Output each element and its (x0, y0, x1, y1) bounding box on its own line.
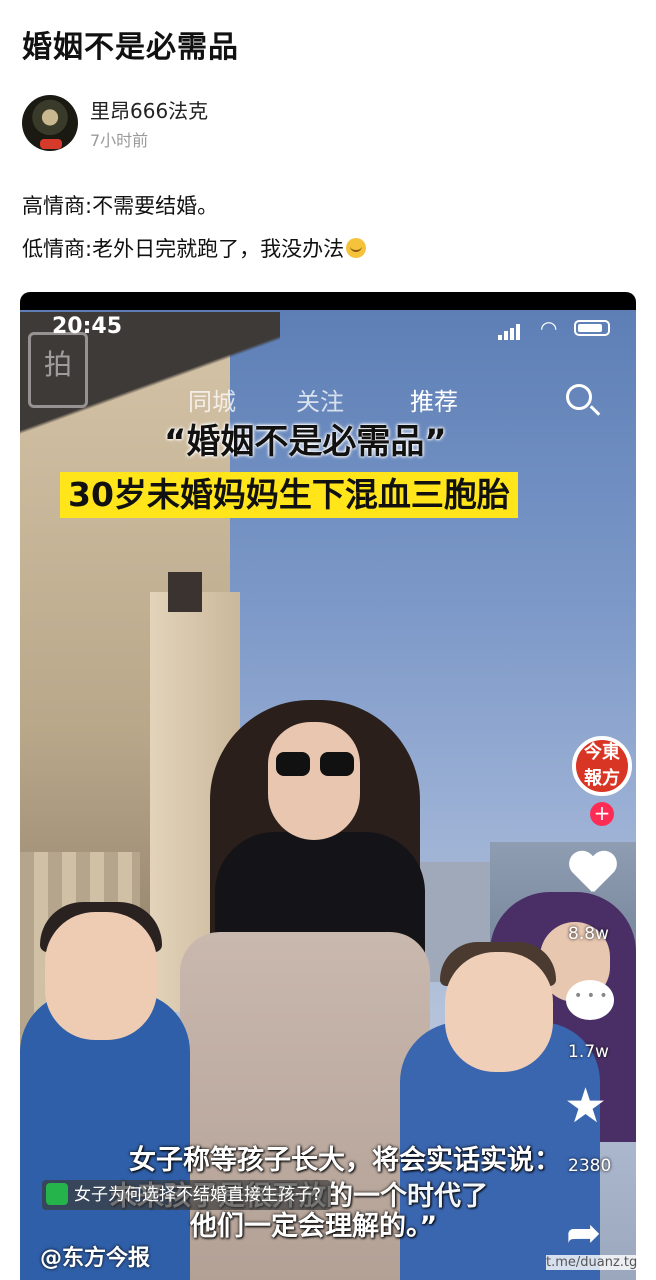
comment-icon[interactable] (566, 980, 614, 1020)
site-watermark: t.me/duanz.tg (546, 1255, 638, 1270)
author-name[interactable]: 里昂666法克 (90, 95, 208, 124)
post-text-line-1: 高情商:不需要结婚。 (22, 194, 219, 218)
topic-tag-label: 女子为何选择不结婚直接生孩子? (74, 1185, 322, 1205)
signal-icon (498, 324, 520, 340)
battery-icon (574, 320, 610, 336)
subtitle-line-2: 他们一定会理解的。” (190, 1211, 438, 1242)
search-icon[interactable] (566, 384, 592, 410)
account-handle[interactable]: @东方今报 (40, 1240, 150, 1272)
channel-logo[interactable]: 今東 報方 (572, 736, 632, 796)
child-2-head (445, 952, 553, 1072)
comment-count: 1.7w (568, 1042, 609, 1062)
video-subheadline: 30岁未婚妈妈生下混血三胞胎 (60, 472, 518, 518)
status-icons: ◠ (498, 318, 618, 340)
document-icon (46, 1183, 68, 1205)
subtitle-line-1: 女子称等孩子长大，将会实话实说： (129, 1145, 561, 1176)
heart-icon[interactable] (568, 852, 618, 902)
share-arrow-icon[interactable]: ➦ (566, 1212, 601, 1254)
post-title: 婚姻不是必需品 (22, 30, 239, 65)
child-1-head (45, 912, 157, 1040)
video-headline: “婚姻不是必需品” (164, 422, 447, 462)
post-time: 7小时前 (90, 131, 149, 150)
video-screenshot-image[interactable]: 20:45 ◠ 拍 同城 关注 推荐 “婚姻不是必需品” 30岁未婚妈妈生下混血… (20, 292, 636, 1280)
topic-tag[interactable]: 女子为何选择不结婚直接生孩子? (42, 1180, 332, 1210)
woman-face (268, 722, 360, 840)
star-icon[interactable]: ★ (564, 1082, 607, 1130)
villa-window (168, 572, 202, 612)
sunglasses (276, 752, 354, 776)
avatar[interactable] (22, 95, 78, 151)
grin-emoji-icon (346, 238, 367, 258)
follow-plus-icon[interactable]: + (590, 802, 614, 826)
like-count: 8.8w (568, 924, 609, 944)
broadcast-watermark-icon: 拍 (28, 332, 88, 408)
author-row[interactable]: 里昂666法克 7小时前 (22, 95, 622, 155)
wifi-icon: ◠ (540, 316, 558, 340)
post-text-line-2: 低情商:老外日完就跑了，我没办法 (22, 233, 367, 263)
